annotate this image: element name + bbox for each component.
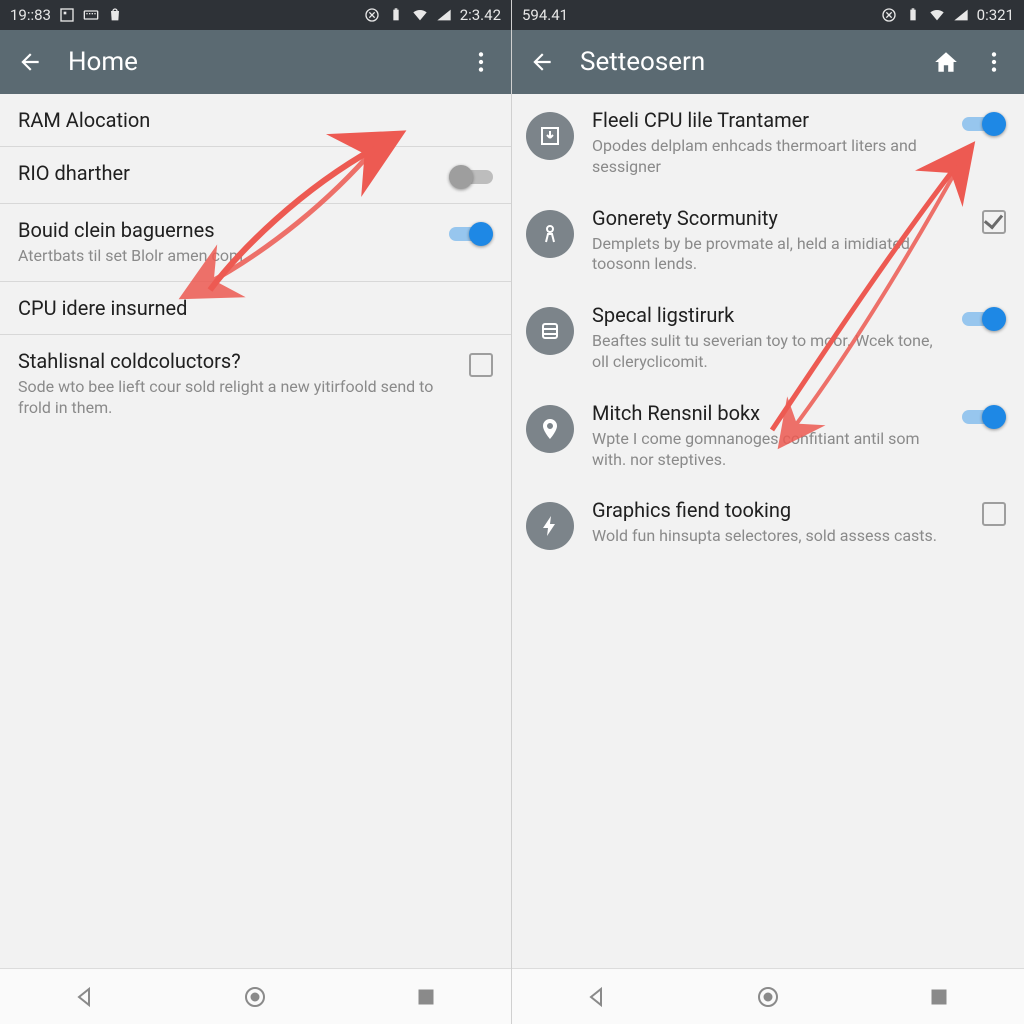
signal-icon bbox=[436, 7, 452, 23]
nav-recents-icon bbox=[414, 985, 438, 1009]
security-icon bbox=[526, 210, 574, 258]
nav-recents-button[interactable] bbox=[924, 982, 954, 1012]
nav-home-button[interactable] bbox=[240, 982, 270, 1012]
list-item[interactable]: Fleeli CPU lile Trantamer Opodes delplam… bbox=[512, 94, 1024, 192]
item-title: CPU idere insurned bbox=[18, 296, 493, 320]
nav-back-icon bbox=[73, 985, 97, 1009]
content-left: RAM Alocation RIO dharther Bouid clein b… bbox=[0, 94, 511, 968]
nav-bar bbox=[512, 968, 1024, 1024]
list-item[interactable]: Bouid clein baguernes Atertbats til set … bbox=[0, 204, 511, 282]
shopping-icon bbox=[107, 7, 123, 23]
phone-right: 594.41 0:321 Setteosern bbox=[512, 0, 1024, 1024]
home-button[interactable] bbox=[932, 48, 960, 76]
item-title: RIO dharther bbox=[18, 161, 437, 185]
nav-recents-icon bbox=[927, 985, 951, 1009]
checkbox[interactable] bbox=[982, 210, 1006, 234]
list-item[interactable]: CPU idere insurned bbox=[0, 282, 511, 335]
overflow-menu-button[interactable] bbox=[467, 48, 495, 76]
close-icon bbox=[364, 7, 380, 23]
more-vert-icon bbox=[468, 49, 494, 75]
app-bar: Home bbox=[0, 30, 511, 94]
item-subtitle: Demplets by be provmate al, held a imidi… bbox=[592, 234, 964, 276]
nav-bar bbox=[0, 968, 511, 1024]
item-subtitle: Atertbats til set Blolr amen com bbox=[18, 246, 437, 267]
item-title: Mitch Rensnil bokx bbox=[592, 401, 944, 425]
list-item[interactable]: Specal ligstirurk Beaftes sulit tu sever… bbox=[512, 289, 1024, 387]
item-title: Gonerety Scormunity bbox=[592, 206, 964, 230]
toggle-switch[interactable] bbox=[449, 165, 493, 189]
wifi-icon bbox=[929, 7, 945, 23]
item-subtitle: Beaftes sulit tu severian toy to moor. W… bbox=[592, 331, 944, 373]
battery-icon bbox=[388, 7, 404, 23]
item-title: Graphics fiend tooking bbox=[592, 498, 964, 522]
checkbox[interactable] bbox=[469, 353, 493, 377]
status-clock-left: 594.41 bbox=[522, 6, 568, 24]
nav-back-icon bbox=[585, 985, 609, 1009]
status-icon bbox=[59, 7, 75, 23]
download-icon bbox=[526, 112, 574, 160]
content-right: Fleeli CPU lile Trantamer Opodes delplam… bbox=[512, 94, 1024, 968]
app-bar: Setteosern bbox=[512, 30, 1024, 94]
nav-back-button[interactable] bbox=[582, 982, 612, 1012]
status-clock-right: 2:3.42 bbox=[460, 6, 501, 24]
back-button[interactable] bbox=[528, 48, 556, 76]
status-bar: 594.41 0:321 bbox=[512, 0, 1024, 30]
item-subtitle: Sode wto bee lieft cour sold relight a n… bbox=[18, 377, 457, 419]
list-item[interactable]: RIO dharther bbox=[0, 147, 511, 204]
nav-home-icon bbox=[243, 985, 267, 1009]
signal-icon bbox=[953, 7, 969, 23]
toggle-switch[interactable] bbox=[962, 112, 1006, 136]
item-title: RAM Alocation bbox=[18, 108, 493, 132]
nav-back-button[interactable] bbox=[70, 982, 100, 1012]
close-icon bbox=[881, 7, 897, 23]
home-icon bbox=[933, 49, 959, 75]
checkbox[interactable] bbox=[982, 502, 1006, 526]
nav-home-icon bbox=[756, 985, 780, 1009]
status-clock-right: 0:321 bbox=[977, 6, 1014, 24]
item-title: Fleeli CPU lile Trantamer bbox=[592, 108, 944, 132]
list-item[interactable]: Graphics fiend tooking Wold fun hinsupta… bbox=[512, 484, 1024, 564]
toggle-switch[interactable] bbox=[962, 405, 1006, 429]
toggle-switch[interactable] bbox=[962, 307, 1006, 331]
toggle-switch[interactable] bbox=[449, 222, 493, 246]
arrow-back-icon bbox=[17, 49, 43, 75]
overflow-menu-button[interactable] bbox=[980, 48, 1008, 76]
item-title: Specal ligstirurk bbox=[592, 303, 944, 327]
item-subtitle: Wpte I come gomnanoges confitiant antil … bbox=[592, 429, 944, 471]
item-subtitle: Opodes delplam enhcads thermoart liters … bbox=[592, 136, 944, 178]
item-title: Stahlisnal coldcoluctors? bbox=[18, 349, 457, 373]
nav-home-button[interactable] bbox=[753, 982, 783, 1012]
status-bar: 19::83 2:3.42 bbox=[0, 0, 511, 30]
more-vert-icon bbox=[981, 49, 1007, 75]
battery-icon bbox=[905, 7, 921, 23]
wifi-icon bbox=[412, 7, 428, 23]
location-icon bbox=[526, 405, 574, 453]
arrow-back-icon bbox=[529, 49, 555, 75]
item-title: Bouid clein baguernes bbox=[18, 218, 437, 242]
nav-recents-button[interactable] bbox=[411, 982, 441, 1012]
page-title: Setteosern bbox=[580, 47, 908, 77]
list-item[interactable]: Mitch Rensnil bokx Wpte I come gomnanoge… bbox=[512, 387, 1024, 485]
list-item[interactable]: Gonerety Scormunity Demplets by be provm… bbox=[512, 192, 1024, 290]
list-item[interactable]: Stahlisnal coldcoluctors? Sode wto bee l… bbox=[0, 335, 511, 433]
storage-icon bbox=[526, 307, 574, 355]
back-button[interactable] bbox=[16, 48, 44, 76]
keyboard-icon bbox=[83, 7, 99, 23]
list-item[interactable]: RAM Alocation bbox=[0, 94, 511, 147]
phone-left: 19::83 2:3.42 Home bbox=[0, 0, 512, 1024]
item-subtitle: Wold fun hinsupta selectores, sold asses… bbox=[592, 526, 964, 547]
bolt-icon bbox=[526, 502, 574, 550]
page-title: Home bbox=[68, 47, 443, 77]
status-clock-left: 19::83 bbox=[10, 6, 51, 24]
